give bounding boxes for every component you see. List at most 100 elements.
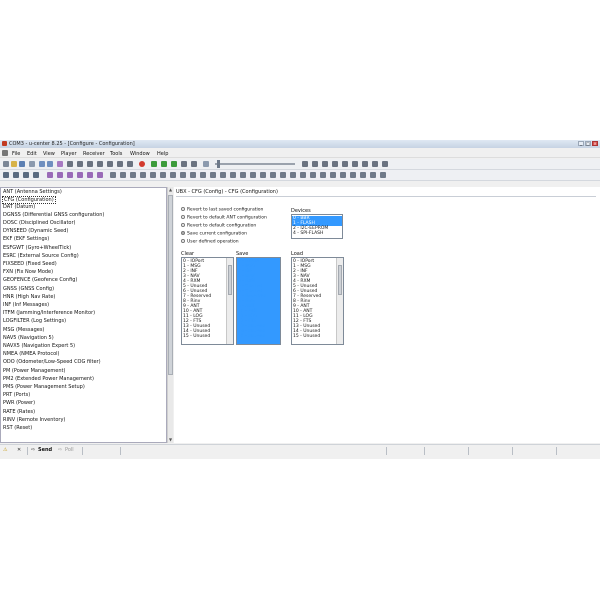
docking-icon-8[interactable]: [180, 172, 186, 178]
end-icon[interactable]: [191, 161, 197, 167]
play-icon[interactable]: [151, 161, 157, 167]
message-item[interactable]: HNR (High Nav Rate): [3, 294, 55, 300]
message-item[interactable]: GEOFENCE (Geofence Config): [3, 277, 77, 283]
eject-icon[interactable]: [77, 161, 83, 167]
radio-selected-icon[interactable]: [181, 231, 185, 235]
docking-icon-2[interactable]: [120, 172, 126, 178]
message-item[interactable]: NMEA (NMEA Protocol): [3, 351, 60, 357]
view-icon-1[interactable]: [302, 161, 308, 167]
message-item[interactable]: DOSC (Disciplined Oscillator): [3, 220, 75, 226]
stop-square-icon[interactable]: [127, 161, 133, 167]
menu-window[interactable]: Window: [130, 151, 150, 157]
tools-icon-1[interactable]: [47, 172, 53, 178]
docking-icon-4[interactable]: [140, 172, 146, 178]
find-icon[interactable]: [57, 161, 63, 167]
message-item[interactable]: NAVX5 (Navigation Expert 5): [3, 343, 75, 349]
clear-sections-list[interactable]: 0 - IOPort 1 - MSG 2 - INF 3 - NAV 4 - R…: [181, 257, 234, 345]
option-revert-last-saved[interactable]: Revert to last saved configuration: [181, 207, 263, 213]
view-icon-4[interactable]: [332, 161, 338, 167]
message-item[interactable]: PM2 (Extended Power Management): [3, 376, 94, 382]
docking-icon-15[interactable]: [250, 172, 256, 178]
message-item[interactable]: ITFM (Jamming/Interference Monitor): [3, 310, 95, 316]
step-back-icon[interactable]: [107, 161, 113, 167]
docking-icon-5[interactable]: [150, 172, 156, 178]
baudrate-icon[interactable]: [13, 172, 19, 178]
scroll-up-icon[interactable]: ▲: [168, 187, 173, 193]
view-icon-5[interactable]: [342, 161, 348, 167]
option-revert-default[interactable]: Revert to default configuration: [181, 223, 256, 229]
save-sections-list[interactable]: 0 - IOPort 1 - MSG 2 - INF 3 - NAV 4 - R…: [236, 257, 281, 345]
docking-icon-22[interactable]: [320, 172, 326, 178]
message-item[interactable]: FXN (Fix Now Mode): [3, 269, 53, 275]
section-item[interactable]: 15 - Unused: [183, 334, 210, 339]
message-item[interactable]: FIXSEED (Fixed Seed): [3, 261, 57, 267]
scroll-down-icon[interactable]: ▼: [168, 437, 173, 443]
devices-list[interactable]: 0 - BBR 1 - FLASH 2 - I2C-EEPROM 4 - SPI…: [291, 214, 343, 239]
load-sections-list[interactable]: 0 - IOPort 1 - MSG 2 - INF 3 - NAV 4 - R…: [291, 257, 344, 345]
docking-icon-3[interactable]: [130, 172, 136, 178]
radio-icon[interactable]: [181, 239, 185, 243]
minimize-icon[interactable]: _: [578, 141, 584, 146]
menu-view[interactable]: View: [43, 151, 55, 157]
option-user-defined[interactable]: User defined operation: [181, 239, 239, 245]
message-item[interactable]: MSG (Messages): [3, 327, 44, 333]
message-item[interactable]: GNSS (GNSS Config): [3, 286, 54, 292]
view-icon-2[interactable]: [312, 161, 318, 167]
docking-icon-1[interactable]: [110, 172, 116, 178]
message-item[interactable]: INF (Inf Messages): [3, 302, 49, 308]
message-item[interactable]: DAT (Datum): [3, 204, 35, 210]
option-save-current[interactable]: Save current configuration: [181, 231, 247, 237]
message-item[interactable]: LOGFILTER (Log Settings): [3, 318, 66, 324]
poll-icon[interactable]: ⇨: [58, 447, 62, 453]
tools-icon-4[interactable]: [77, 172, 83, 178]
view-icon-3[interactable]: [322, 161, 328, 167]
radio-icon[interactable]: [181, 215, 185, 219]
message-item[interactable]: RATE (Rates): [3, 409, 35, 415]
message-item[interactable]: ESRC (External Source Config): [3, 253, 79, 259]
message-item[interactable]: ODO (Odometer/Low-Speed COG filter): [3, 359, 101, 365]
send-icon[interactable]: ⇨: [31, 447, 35, 453]
menu-edit[interactable]: Edit: [27, 151, 37, 157]
section-item[interactable]: 15 - Unused: [293, 334, 320, 339]
save-icon[interactable]: [19, 161, 25, 167]
docking-icon-18[interactable]: [280, 172, 286, 178]
rewind-icon[interactable]: [97, 161, 103, 167]
paste-icon[interactable]: [47, 161, 53, 167]
docking-icon-9[interactable]: [190, 172, 196, 178]
docking-icon-27[interactable]: [370, 172, 376, 178]
pause-icon[interactable]: [117, 161, 123, 167]
docking-icon-14[interactable]: [240, 172, 246, 178]
new-icon[interactable]: [3, 161, 9, 167]
record-icon[interactable]: [67, 161, 73, 167]
docking-icon-13[interactable]: [230, 172, 236, 178]
step-forward-icon[interactable]: [181, 161, 187, 167]
message-item[interactable]: PWR (Power): [3, 400, 35, 406]
view-icon-9[interactable]: [382, 161, 388, 167]
menu-help[interactable]: Help: [157, 151, 168, 157]
tools-icon-5[interactable]: [87, 172, 93, 178]
open-icon[interactable]: [11, 161, 17, 167]
scrollbar-thumb[interactable]: [228, 265, 232, 295]
view-icon-6[interactable]: [352, 161, 358, 167]
message-item[interactable]: DYNSEED (Dynamic Seed): [3, 228, 68, 234]
device-item[interactable]: 4 - SPI-FLASH: [293, 231, 323, 236]
clear-list-scrollbar[interactable]: [226, 258, 233, 344]
docking-icon-23[interactable]: [330, 172, 336, 178]
message-item[interactable]: RST (Reset): [3, 425, 32, 431]
scrollbar-thumb[interactable]: [338, 265, 342, 295]
record-dot-icon[interactable]: [139, 161, 145, 167]
send-button[interactable]: Send: [38, 447, 52, 453]
docking-icon-20[interactable]: [300, 172, 306, 178]
document-icon[interactable]: [2, 150, 8, 156]
menu-player[interactable]: Player: [61, 151, 77, 157]
stop-icon[interactable]: [87, 161, 93, 167]
close-icon[interactable]: ✕: [17, 447, 21, 453]
tools-icon-2[interactable]: [57, 172, 63, 178]
tools-icon-6[interactable]: [97, 172, 103, 178]
docking-icon-7[interactable]: [170, 172, 176, 178]
message-item[interactable]: EKF (EKF Settings): [3, 236, 49, 242]
message-item[interactable]: ANT (Antenna Settings): [3, 189, 62, 195]
radio-icon[interactable]: [181, 207, 185, 211]
message-item[interactable]: DGNSS (Differential GNSS configuration): [3, 212, 104, 218]
menu-receiver[interactable]: Receiver: [83, 151, 105, 157]
